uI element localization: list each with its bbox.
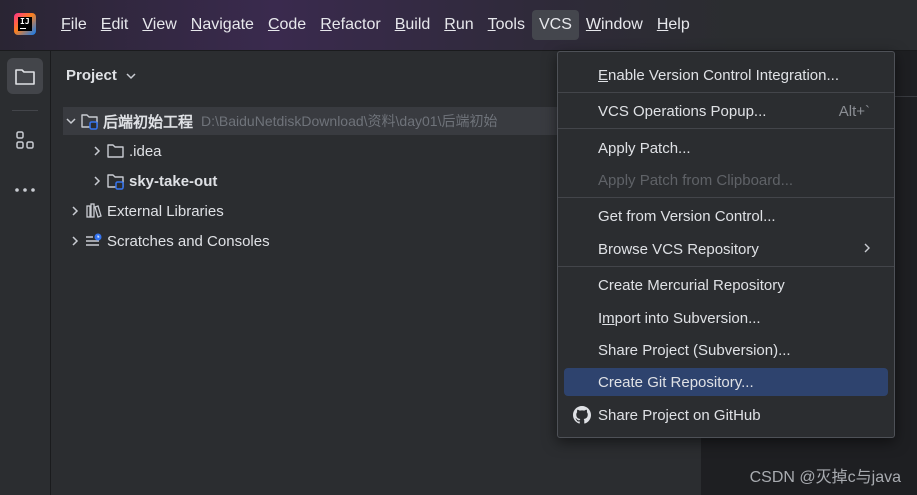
more-icon [15, 188, 35, 192]
shortcut-label: Alt+` [838, 102, 870, 120]
tree-node-label: 后端初始工程 [103, 113, 194, 131]
menu-window[interactable]: Window [579, 10, 650, 40]
tree-node-label: Scratches and Consoles [107, 232, 270, 250]
menu-item-browse-vcs-repository[interactable]: Browse VCS Repository [564, 235, 888, 263]
tree-node-sky-take-out[interactable]: sky-take-out [89, 167, 217, 195]
menu-file[interactable]: File [54, 10, 94, 40]
menu-item-apply-patch[interactable]: Apply Patch... [564, 134, 888, 162]
menu-item-apply-patch-clipboard: Apply Patch from Clipboard... [598, 171, 794, 189]
csdn-watermark: CSDN @灭掉c与java [749, 469, 901, 486]
intellij-logo-icon[interactable]: IJ [14, 13, 36, 35]
structure-tool-button[interactable] [7, 122, 43, 158]
menu-code[interactable]: Code [261, 10, 313, 40]
menu-build[interactable]: Build [388, 10, 438, 40]
scratches-icon [83, 232, 105, 250]
chevron-right-icon[interactable] [89, 145, 105, 157]
menu-vcs[interactable]: VCS [531, 10, 579, 40]
menu-item-share-project-subversion[interactable]: Share Project (Subversion)... [564, 336, 888, 364]
project-panel-header[interactable]: Project [66, 67, 139, 84]
menu-edit[interactable]: Edit [94, 10, 136, 40]
tree-node-idea[interactable]: .idea [89, 137, 162, 165]
structure-icon [16, 131, 34, 149]
chevron-right-icon[interactable] [67, 205, 83, 217]
vcs-dropdown-menu: Enable Version Control Integration... VC… [557, 51, 895, 438]
tree-node-label: .idea [129, 142, 162, 160]
github-icon [573, 406, 591, 428]
menu-view[interactable]: View [135, 10, 183, 40]
chevron-right-icon[interactable] [67, 235, 83, 247]
folder-icon [105, 142, 127, 160]
menu-separator [558, 92, 894, 93]
menu-run[interactable]: Run [437, 10, 480, 40]
menu-item-enable-vcs-integration[interactable]: Enable Version Control Integration... [564, 61, 888, 89]
project-panel-title: Project [66, 67, 117, 84]
menu-item-import-into-subversion[interactable]: Import into Subversion... [564, 304, 888, 332]
menu-item-vcs-operations-popup[interactable]: VCS Operations Popup... Alt+` [564, 97, 888, 125]
chevron-right-icon[interactable] [89, 175, 105, 187]
menu-help[interactable]: Help [650, 10, 697, 40]
tree-node-label: sky-take-out [129, 172, 218, 190]
submenu-arrow-icon [862, 241, 872, 258]
menu-item-create-mercurial-repository[interactable]: Create Mercurial Repository [564, 271, 888, 299]
menu-refactor[interactable]: Refactor [313, 10, 387, 40]
module-folder-icon [79, 112, 101, 130]
tree-node-external-libraries[interactable]: External Libraries [67, 197, 224, 225]
menu-navigate[interactable]: Navigate [184, 10, 261, 40]
library-icon [83, 202, 105, 220]
main-menu-bar: File Edit View Navigate Code Refactor Bu… [54, 10, 697, 40]
project-tool-button[interactable] [7, 58, 43, 94]
more-tools-button[interactable] [7, 172, 43, 208]
stripe-divider [12, 110, 38, 111]
menu-item-share-project-on-github[interactable]: Share Project on GitHub [564, 401, 888, 429]
menu-separator [558, 128, 894, 129]
menu-tools[interactable]: Tools [481, 10, 532, 40]
chevron-down-icon[interactable] [63, 115, 79, 127]
project-path: D:\BaiduNetdiskDownload\资料\day01\后端初始 [201, 113, 498, 129]
title-bar: IJ File Edit View Navigate Code Refactor… [0, 0, 917, 51]
menu-separator [558, 197, 894, 198]
tree-node-root[interactable]: 后端初始工程 D:\BaiduNetdiskDownload\资料\day01\… [63, 107, 583, 135]
chevron-down-icon [126, 72, 136, 79]
tree-node-scratches[interactable]: Scratches and Consoles [67, 227, 270, 255]
menu-item-get-from-vcs[interactable]: Get from Version Control... [564, 202, 888, 230]
module-folder-icon [105, 172, 127, 190]
project-folder-icon [15, 69, 35, 85]
menu-item-create-git-repository[interactable]: Create Git Repository... [564, 368, 888, 396]
tool-window-stripe [0, 51, 51, 495]
menu-separator [558, 266, 894, 267]
tree-node-label: External Libraries [107, 202, 224, 220]
project-tool-window: Project 后端初始工程 D:\BaiduNetdiskDownload\资… [51, 51, 621, 495]
